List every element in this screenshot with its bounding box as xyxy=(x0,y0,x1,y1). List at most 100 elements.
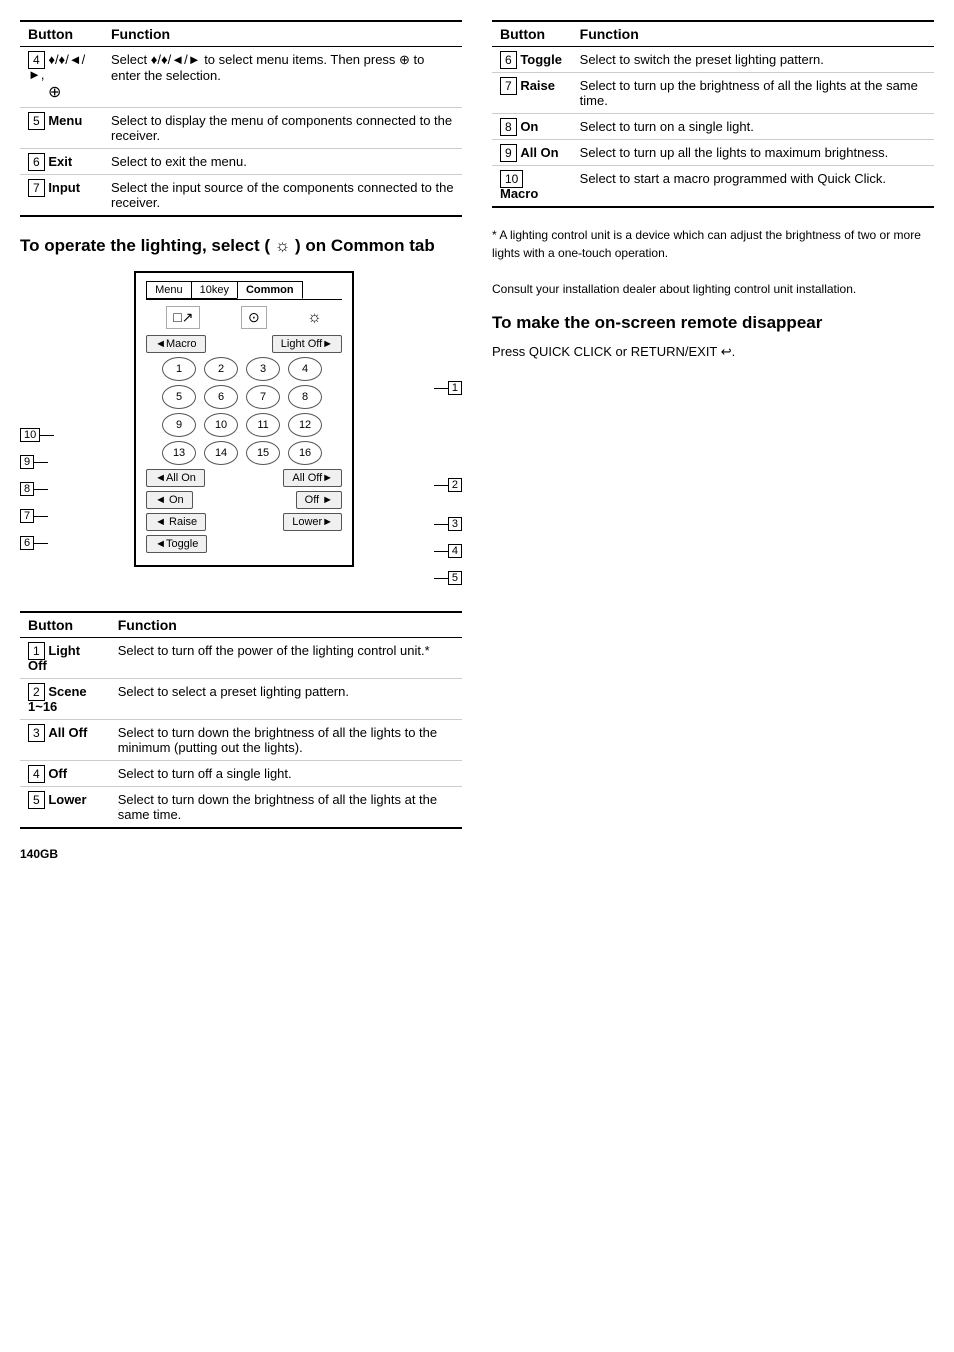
num-btn-8[interactable]: 8 xyxy=(288,385,322,409)
right-label-3: 3 xyxy=(434,512,462,536)
btn-num: 3 xyxy=(28,724,45,742)
btn-raise[interactable]: ◄ Raise xyxy=(146,513,206,531)
num-btn-15[interactable]: 15 xyxy=(246,441,280,465)
macro-lightoff-row: ◄Macro Light Off► xyxy=(146,335,342,353)
btn-label: Menu xyxy=(48,113,82,128)
btn-num: 4 xyxy=(28,765,45,783)
num-btn-9[interactable]: 9 xyxy=(162,413,196,437)
btn-label: Lower xyxy=(48,792,86,807)
tab-menu[interactable]: Menu xyxy=(146,281,192,299)
num-btn-11[interactable]: 11 xyxy=(246,413,280,437)
num-grid: 1 2 3 4 5 6 7 8 9 10 11 12 13 14 xyxy=(146,357,342,465)
btn-num: 5 xyxy=(28,791,45,809)
diagram-wrapper: 10 9 8 7 6 xyxy=(20,271,462,593)
icon-tv: □↗ xyxy=(166,306,200,329)
toggle-row: ◄Toggle xyxy=(146,535,342,553)
btn-label: All On xyxy=(520,145,558,160)
raise-lower-row: ◄ Raise Lower► xyxy=(146,513,342,531)
button-cell: 8 On xyxy=(492,114,572,140)
tab-common[interactable]: Common xyxy=(237,281,303,299)
button-cell: 7 Input xyxy=(20,175,103,217)
table-row: 7 Input Select the input source of the c… xyxy=(20,175,462,217)
btn-label: All Off xyxy=(48,725,87,740)
num-btn-4[interactable]: 4 xyxy=(288,357,322,381)
sub-text: Press QUICK CLICK or RETURN/EXIT ↩. xyxy=(492,342,934,362)
left-label-8: 8 xyxy=(20,477,54,501)
table-row: 6 Toggle Select to switch the preset lig… xyxy=(492,47,934,73)
num-btn-13[interactable]: 13 xyxy=(162,441,196,465)
remote-icons-row: □↗ ⊙ ☼ xyxy=(146,306,342,329)
table-row: 5 Menu Select to display the menu of com… xyxy=(20,108,462,149)
button-cell: 9 All On xyxy=(492,140,572,166)
num-btn-10[interactable]: 10 xyxy=(204,413,238,437)
button-cell: 7 Raise xyxy=(492,73,572,114)
sub-heading: To make the on-screen remote disappear xyxy=(492,312,934,334)
btn-label: Off xyxy=(48,766,67,781)
button-cell: 5 Menu xyxy=(20,108,103,149)
num-btn-3[interactable]: 3 xyxy=(246,357,280,381)
btn-lower[interactable]: Lower► xyxy=(283,513,342,531)
btn-off[interactable]: Off ► xyxy=(296,491,342,509)
num-btn-16[interactable]: 16 xyxy=(288,441,322,465)
btn-label: Toggle xyxy=(520,52,562,67)
function-cell: Select to turn down the brightness of al… xyxy=(110,720,462,761)
table-row: 1 Light Off Select to turn off the power… xyxy=(20,638,462,679)
function-cell: Select to turn up the brightness of all … xyxy=(572,73,934,114)
btn-all-on[interactable]: ◄All On xyxy=(146,469,205,487)
num-btn-12[interactable]: 12 xyxy=(288,413,322,437)
function-cell: Select to turn up all the lights to maxi… xyxy=(572,140,934,166)
button-cell: 3 All Off xyxy=(20,720,110,761)
function-cell: Select the input source of the component… xyxy=(103,175,462,217)
right-side-labels: 1 2 3 4 5 xyxy=(434,271,462,593)
left-label-10: 10 xyxy=(20,423,54,447)
table-row: 4 ♦/♦/◄/►, ⊕ Select ♦/♦/◄/► to select me… xyxy=(20,47,462,108)
allon-alloff-row: ◄All On All Off► xyxy=(146,469,342,487)
num-btn-2[interactable]: 2 xyxy=(204,357,238,381)
footnote: * A lighting control unit is a device wh… xyxy=(492,226,934,298)
num-btn-1[interactable]: 1 xyxy=(162,357,196,381)
icon-sun: ☼ xyxy=(307,309,322,327)
function-cell: Select to select a preset lighting patte… xyxy=(110,679,462,720)
right-table-1-header-function: Function xyxy=(572,21,934,47)
num-btn-5[interactable]: 5 xyxy=(162,385,196,409)
function-cell: Select to exit the menu. xyxy=(103,149,462,175)
btn-num: 9 xyxy=(500,144,517,162)
right-label-4: 4 xyxy=(434,539,462,563)
btn-label: On xyxy=(520,119,538,134)
btn-toggle[interactable]: ◄Toggle xyxy=(146,535,207,553)
btn-on[interactable]: ◄ On xyxy=(146,491,193,509)
function-cell: Select to turn down the brightness of al… xyxy=(110,787,462,829)
function-cell: Select to turn off the power of the ligh… xyxy=(110,638,462,679)
tab-10key[interactable]: 10key xyxy=(191,281,238,299)
remote-diagram: Menu 10key Common □↗ ⊙ ☼ ◄Macro Light Of… xyxy=(58,271,430,593)
btn-light-off[interactable]: Light Off► xyxy=(272,335,342,353)
button-cell: 4 Off xyxy=(20,761,110,787)
function-cell: Select to start a macro programmed with … xyxy=(572,166,934,208)
btn-macro[interactable]: ◄Macro xyxy=(146,335,205,353)
left-label-7: 7 xyxy=(20,504,54,528)
btn-num: 6 xyxy=(500,51,517,69)
icon-circle: ⊙ xyxy=(241,306,267,329)
num-btn-14[interactable]: 14 xyxy=(204,441,238,465)
button-cell: 6 Exit xyxy=(20,149,103,175)
btn-label: Input xyxy=(48,180,80,195)
remote-diagram-box: Menu 10key Common □↗ ⊙ ☼ ◄Macro Light Of… xyxy=(134,271,354,567)
left-table-1-header-function: Function xyxy=(103,21,462,47)
table-row: 3 All Off Select to turn down the bright… xyxy=(20,720,462,761)
num-btn-7[interactable]: 7 xyxy=(246,385,280,409)
on-off-row: ◄ On Off ► xyxy=(146,491,342,509)
page-number: 140GB xyxy=(20,847,462,861)
btn-num: 7 xyxy=(28,179,45,197)
table-row: 5 Lower Select to turn down the brightne… xyxy=(20,787,462,829)
btn-num: 8 xyxy=(500,118,517,136)
button-cell: 1 Light Off xyxy=(20,638,110,679)
btn-num: 5 xyxy=(28,112,45,130)
btn-all-off[interactable]: All Off► xyxy=(283,469,342,487)
table-row: 6 Exit Select to exit the menu. xyxy=(20,149,462,175)
right-table-1: Button Function 6 Toggle Select to switc… xyxy=(492,20,934,208)
bottom-table-header-button: Button xyxy=(20,612,110,638)
left-label-6: 6 xyxy=(20,531,54,555)
num-btn-6[interactable]: 6 xyxy=(204,385,238,409)
left-table-1: Button Function 4 ♦/♦/◄/►, ⊕ Select ♦/♦/… xyxy=(20,20,462,217)
button-cell: 4 ♦/♦/◄/►, ⊕ xyxy=(20,47,103,108)
